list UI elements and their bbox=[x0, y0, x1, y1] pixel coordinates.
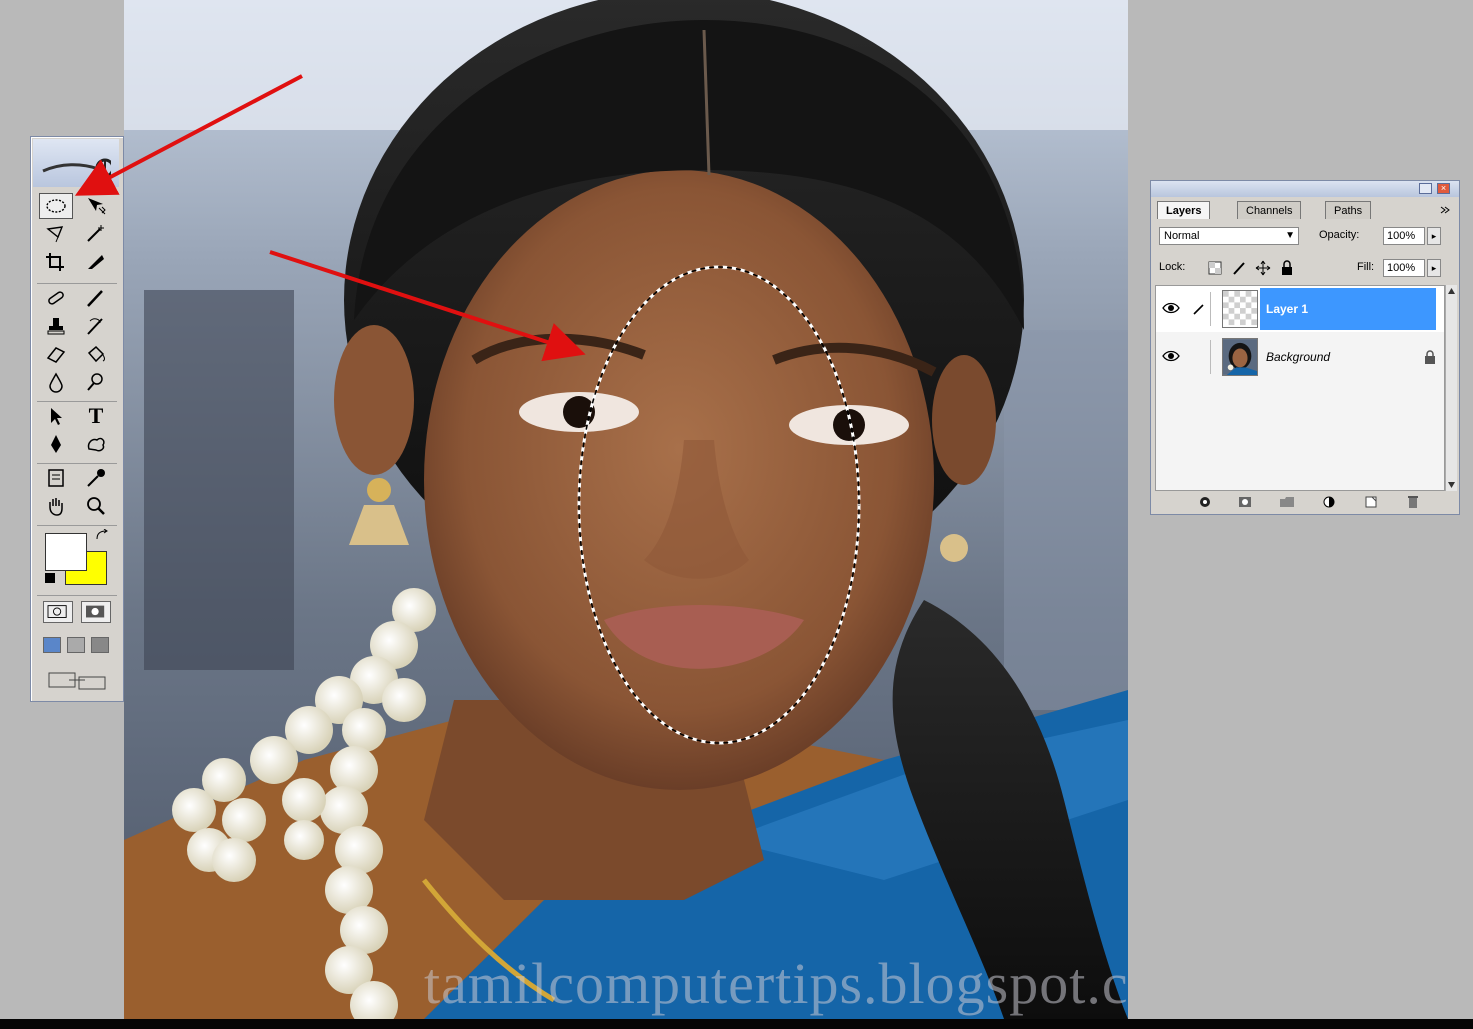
swap-colors-icon[interactable] bbox=[95, 529, 109, 543]
lasso-tool-icon[interactable] bbox=[39, 221, 73, 247]
new-layer-set-icon[interactable] bbox=[1279, 495, 1295, 509]
minimize-icon[interactable] bbox=[1419, 183, 1432, 194]
toolbox-separator bbox=[37, 595, 117, 596]
eyedropper-tool-icon[interactable] bbox=[79, 465, 113, 491]
palette-tabs: Layers Channels Paths bbox=[1157, 201, 1453, 219]
dodge-tool-icon[interactable] bbox=[79, 369, 113, 395]
hand-tool-icon[interactable] bbox=[39, 493, 73, 519]
tools-palette[interactable]: T bbox=[30, 136, 124, 702]
eraser-tool-icon[interactable] bbox=[39, 341, 73, 367]
history-brush-tool-icon[interactable] bbox=[79, 313, 113, 339]
fill-slider-button[interactable]: ▸ bbox=[1427, 259, 1441, 277]
layers-scrollbar[interactable] bbox=[1445, 285, 1457, 491]
opacity-field[interactable]: 100% bbox=[1383, 227, 1425, 245]
layer-link-cell[interactable] bbox=[1188, 292, 1211, 326]
toolbox-separator bbox=[37, 463, 117, 464]
default-colors-icon[interactable] bbox=[45, 573, 55, 583]
lock-transparent-pixels-icon[interactable] bbox=[1207, 260, 1223, 276]
jump-to-imageready-icon[interactable] bbox=[45, 667, 109, 693]
blend-mode-value: Normal bbox=[1164, 230, 1200, 242]
lock-image-pixels-icon[interactable] bbox=[1231, 260, 1247, 276]
toolbox-header[interactable] bbox=[33, 139, 119, 187]
document-canvas[interactable]: tamilcomputertips.blogspot.com bbox=[124, 0, 1128, 1019]
layer-style-icon[interactable] bbox=[1197, 495, 1213, 509]
add-layer-mask-icon[interactable] bbox=[1237, 495, 1253, 509]
layer-name[interactable]: Layer 1 bbox=[1260, 288, 1436, 330]
lock-label: Lock: bbox=[1159, 261, 1186, 273]
fill-field[interactable]: 100% bbox=[1383, 259, 1425, 277]
eye-visibility-icon[interactable] bbox=[1162, 300, 1180, 316]
paintbrush-edit-icon bbox=[1193, 304, 1204, 315]
toolbox-separator bbox=[37, 283, 117, 284]
foreground-color-swatch[interactable] bbox=[45, 533, 87, 571]
eye-visibility-icon[interactable] bbox=[1162, 348, 1180, 364]
delete-layer-icon[interactable] bbox=[1405, 495, 1421, 509]
palette-title-bar[interactable]: × bbox=[1151, 181, 1459, 197]
tab-paths[interactable]: Paths bbox=[1325, 201, 1372, 219]
pen-tool-icon[interactable] bbox=[39, 431, 73, 457]
type-tool-glyph: T bbox=[88, 403, 104, 428]
layer-row-layer-1[interactable]: Layer 1 bbox=[1156, 286, 1444, 332]
toolbox-separator bbox=[37, 401, 117, 402]
watermark-text: tamilcomputertips.blogspot.com bbox=[424, 951, 1128, 1016]
bottom-border bbox=[0, 1019, 1473, 1029]
toolbox-separator bbox=[37, 525, 117, 526]
close-icon[interactable]: × bbox=[1437, 183, 1450, 194]
crop-tool-icon[interactable] bbox=[39, 249, 73, 275]
full-screen-menu-mode-icon[interactable] bbox=[67, 637, 85, 653]
layer-thumbnail-transparent bbox=[1222, 290, 1258, 328]
move-tool-icon[interactable] bbox=[79, 193, 113, 219]
layer-thumbnail-photo bbox=[1222, 338, 1258, 376]
quick-mask-mode-button[interactable] bbox=[81, 601, 111, 623]
photoshop-workspace: tamilcomputertips.blogspot.com T × Layer… bbox=[0, 0, 1473, 1029]
tab-channels[interactable]: Channels bbox=[1237, 201, 1302, 219]
type-tool-icon[interactable]: T bbox=[79, 403, 113, 429]
elliptical-marquee-tool-icon[interactable] bbox=[39, 193, 73, 219]
path-selection-tool-icon[interactable] bbox=[39, 403, 73, 429]
blend-mode-select[interactable]: Normal ▼ bbox=[1159, 227, 1299, 245]
layers-palette[interactable]: × Layers Channels Paths Normal ▼ Opacity… bbox=[1150, 180, 1460, 515]
layers-list[interactable]: Layer 1 Background bbox=[1155, 285, 1445, 491]
palette-bottom-bar bbox=[1155, 493, 1455, 511]
brush-tool-icon[interactable] bbox=[79, 285, 113, 311]
lock-icon bbox=[1425, 350, 1435, 364]
blur-tool-icon[interactable] bbox=[39, 369, 73, 395]
portrait-photo bbox=[124, 0, 1128, 1019]
notes-tool-icon[interactable] bbox=[39, 465, 73, 491]
zoom-tool-icon[interactable] bbox=[79, 493, 113, 519]
layer-link-cell[interactable] bbox=[1188, 340, 1211, 374]
chevron-down-icon: ▼ bbox=[1285, 230, 1295, 241]
lock-all-icon[interactable] bbox=[1279, 260, 1295, 276]
magic-wand-tool-icon[interactable] bbox=[79, 221, 113, 247]
paint-bucket-tool-icon[interactable] bbox=[79, 341, 113, 367]
healing-brush-tool-icon[interactable] bbox=[39, 285, 73, 311]
photoshop-feather-logo-icon[interactable] bbox=[41, 157, 111, 179]
lock-position-icon[interactable] bbox=[1255, 260, 1271, 276]
tab-layers[interactable]: Layers bbox=[1157, 201, 1211, 219]
layer-row-background[interactable]: Background bbox=[1156, 334, 1444, 380]
opacity-slider-button[interactable]: ▸ bbox=[1427, 227, 1441, 245]
palette-menu-icon[interactable] bbox=[1439, 205, 1451, 215]
fill-label: Fill: bbox=[1357, 261, 1375, 273]
custom-shape-tool-icon[interactable] bbox=[79, 431, 113, 457]
standard-screen-mode-icon[interactable] bbox=[43, 637, 61, 653]
layer-name[interactable]: Background bbox=[1260, 336, 1436, 378]
standard-mode-button[interactable] bbox=[43, 601, 73, 623]
slice-tool-icon[interactable] bbox=[79, 249, 113, 275]
new-layer-icon[interactable] bbox=[1363, 495, 1379, 509]
full-screen-mode-icon[interactable] bbox=[91, 637, 109, 653]
scroll-up-icon[interactable] bbox=[1447, 287, 1456, 295]
new-adjustment-layer-icon[interactable] bbox=[1321, 495, 1337, 509]
scroll-down-icon[interactable] bbox=[1447, 481, 1456, 489]
opacity-label: Opacity: bbox=[1319, 229, 1360, 241]
clone-stamp-tool-icon[interactable] bbox=[39, 313, 73, 339]
